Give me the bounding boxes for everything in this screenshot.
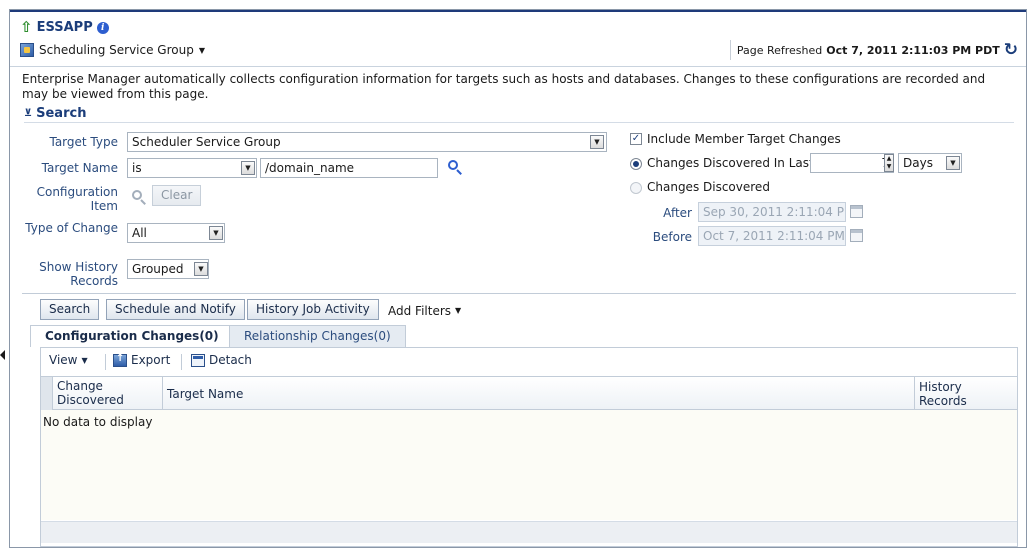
left-edge-arrow-icon [0, 350, 5, 360]
days-count-input[interactable]: 7 [810, 153, 894, 173]
search-icon[interactable] [448, 160, 462, 175]
table-body: No data to display [41, 410, 1017, 520]
row-selector-header [41, 377, 53, 410]
chevron-down-icon[interactable]: ▼ [209, 226, 223, 240]
export-icon [113, 353, 127, 367]
refresh-icon[interactable]: ↻ [1004, 41, 1018, 59]
search-header-divider [24, 122, 1014, 123]
column-target-name[interactable]: Target Name [163, 377, 915, 410]
detach-button[interactable]: Detach [191, 353, 252, 367]
results-table: Change Discovered Target Name History Re… [41, 376, 1017, 546]
changes-discovered-radio[interactable] [630, 182, 642, 194]
view-menu[interactable]: View ▼ [49, 353, 88, 367]
search-icon [132, 190, 146, 205]
toolbar-divider [105, 354, 106, 370]
target-name-label: Target Name [41, 161, 118, 175]
target-name-operator-select[interactable]: is [127, 158, 257, 178]
changes-in-last-label: Changes Discovered In Last [647, 156, 814, 170]
group-menu[interactable]: Scheduling Service Group ▼ [20, 43, 205, 57]
main-window: ⇧ ESSAPP i Scheduling Service Group ▼ Pa… [9, 9, 1027, 548]
table-footer [41, 521, 1017, 543]
header-divider [10, 66, 1026, 67]
empty-message: No data to display [43, 415, 153, 429]
after-label: After [663, 206, 692, 220]
calendar-icon[interactable] [850, 229, 863, 242]
app-title: ⇧ ESSAPP i [20, 20, 109, 35]
tab-relationship-changes[interactable]: Relationship Changes(0) [229, 325, 406, 347]
before-date-input[interactable]: Oct 7, 2011 2:11:04 PM [698, 226, 846, 246]
export-button[interactable]: Export [113, 353, 170, 367]
calendar-icon[interactable] [850, 205, 863, 218]
search-button[interactable]: Search [40, 299, 100, 320]
view-label: View [49, 353, 78, 367]
chevron-down-icon: ▼ [198, 45, 205, 55]
clear-button[interactable]: Clear [152, 185, 202, 206]
search-section-header[interactable]: ⊻ Search [24, 106, 86, 121]
export-label: Export [131, 353, 171, 367]
group-menu-label: Scheduling Service Group [39, 43, 194, 57]
results-panel: View ▼ Export Detach Change Discovered T… [40, 347, 1018, 547]
collapse-icon[interactable]: ⊻ [24, 108, 32, 119]
chevron-down-icon: ▼ [81, 355, 88, 365]
days-count-spinner[interactable]: ▲ ▼ [884, 154, 894, 172]
after-date-input[interactable]: Sep 30, 2011 2:11:04 PM [698, 202, 846, 222]
type-of-change-value: All [132, 226, 147, 240]
changes-discovered-label: Changes Discovered [647, 180, 770, 194]
service-group-icon [20, 43, 34, 57]
page-description: Enterprise Manager automatically collect… [22, 72, 986, 101]
results-toolbar: View ▼ Export Detach [41, 348, 1017, 374]
tab-configuration-changes[interactable]: Configuration Changes(0) [30, 325, 234, 347]
before-label: Before [652, 230, 692, 244]
chevron-down-icon[interactable]: ▼ [590, 135, 604, 149]
show-history-label: Show History Records [39, 260, 118, 288]
refresh-label: Page Refreshed [736, 43, 823, 57]
info-icon[interactable]: i [96, 21, 109, 34]
target-name-value: /domain_name [265, 161, 355, 175]
detach-icon [191, 353, 205, 367]
search-section-divider [22, 293, 1016, 294]
after-date-value: Sep 30, 2011 2:11:04 PM [703, 205, 846, 219]
include-member-label: Include Member Target Changes [647, 132, 841, 146]
app-name: ESSAPP [36, 20, 93, 35]
table-header: Change Discovered Target Name History Re… [41, 376, 1017, 410]
chevron-down-icon[interactable]: ▼ [946, 156, 960, 170]
target-type-value: Scheduler Service Group [132, 135, 281, 149]
target-name-operator: is [132, 161, 142, 175]
add-filters-label: Add Filters [388, 304, 452, 318]
history-job-activity-button[interactable]: History Job Activity [247, 299, 379, 320]
days-unit-value: Days [903, 156, 933, 170]
detach-label: Detach [209, 353, 252, 367]
chevron-down-icon[interactable]: ▼ [241, 161, 255, 175]
column-history-records[interactable]: History Records [915, 377, 1017, 410]
configuration-item-label: Configuration Item [36, 185, 118, 213]
add-filters-menu[interactable]: Add Filters ▼ [388, 304, 461, 318]
changes-in-last-radio[interactable] [630, 158, 642, 170]
chevron-down-icon: ▼ [455, 306, 462, 315]
target-type-select[interactable]: Scheduler Service Group [127, 132, 607, 152]
refresh-time: Oct 7, 2011 2:11:03 PM PDT [826, 43, 1000, 57]
include-member-checkbox[interactable]: ✓ [630, 133, 642, 145]
chevron-down-icon[interactable]: ▼ [194, 262, 208, 276]
up-arrow-icon[interactable]: ⇧ [20, 20, 33, 35]
target-name-input[interactable]: /domain_name [260, 158, 438, 178]
before-date-value: Oct 7, 2011 2:11:04 PM [703, 229, 845, 243]
toolbar-divider [181, 354, 182, 370]
page-refresh-info: Page Refreshed Oct 7, 2011 2:11:03 PM PD… [729, 40, 1018, 60]
type-of-change-label: Type of Change [25, 221, 118, 235]
search-title: Search [36, 106, 87, 121]
top-accent-bar [10, 10, 1026, 12]
target-type-label: Target Type [49, 135, 118, 149]
column-change-discovered[interactable]: Change Discovered [53, 377, 163, 410]
schedule-notify-button[interactable]: Schedule and Notify [106, 299, 245, 320]
show-history-value: Grouped [132, 262, 184, 276]
